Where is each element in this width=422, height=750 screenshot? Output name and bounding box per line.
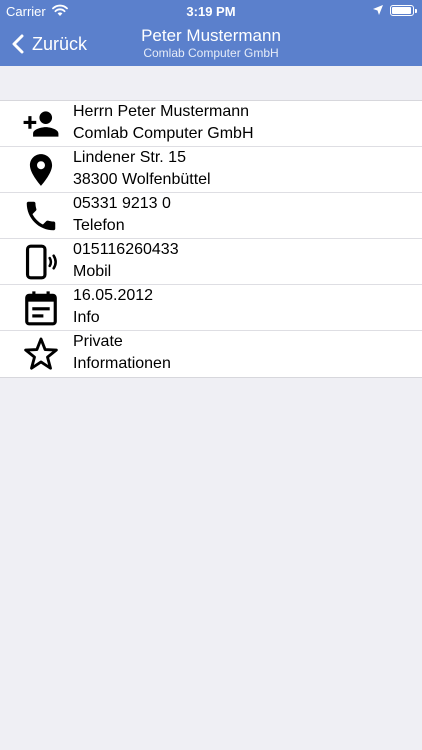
battery-fill xyxy=(392,7,411,14)
nav-title: Peter Mustermann xyxy=(141,26,281,45)
list-item-address[interactable]: Lindener Str. 15 38300 Wolfenbüttel xyxy=(0,147,422,193)
status-time: 3:19 PM xyxy=(186,4,236,19)
calendar-icon xyxy=(21,289,61,327)
list-item-phone[interactable]: 05331 9213 0 Telefon xyxy=(0,193,422,239)
contact-detail-list: Herrn Peter Mustermann Comlab Computer G… xyxy=(0,100,422,378)
row-secondary-text: 38300 Wolfenbüttel xyxy=(73,171,211,188)
phone-icon xyxy=(21,197,61,235)
list-item-mobile[interactable]: 015116260433 Mobil xyxy=(0,239,422,285)
row-secondary-text: Comlab Computer GmbH xyxy=(73,125,254,142)
status-bar: Carrier 3:19 PM xyxy=(0,0,422,22)
contact-detail-screen: Carrier 3:19 PM Zurück Peter Mustermann … xyxy=(0,0,422,750)
battery-nub xyxy=(415,9,417,13)
star-icon xyxy=(21,335,61,373)
row-primary-text: Herrn Peter Mustermann xyxy=(73,103,250,120)
add-person-icon xyxy=(21,105,61,143)
list-item-info[interactable]: 16.05.2012 Info xyxy=(0,285,422,331)
nav-subtitle: Comlab Computer GmbH xyxy=(143,46,279,60)
row-primary-text: Lindener Str. 15 xyxy=(73,149,186,166)
row-secondary-text: Telefon xyxy=(73,217,125,234)
mobile-phone-icon xyxy=(21,243,61,281)
battery-icon xyxy=(390,5,417,16)
list-item-name[interactable]: Herrn Peter Mustermann Comlab Computer G… xyxy=(0,101,422,147)
row-primary-text: Private xyxy=(73,333,123,350)
row-primary-text: 05331 9213 0 xyxy=(73,195,171,212)
row-secondary-text: Informationen xyxy=(73,355,171,372)
row-secondary-text: Info xyxy=(73,309,100,326)
list-item-private[interactable]: Private Informationen xyxy=(0,331,422,377)
row-secondary-text: Mobil xyxy=(73,263,112,280)
navigation-bar: Zurück Peter Mustermann Comlab Computer … xyxy=(0,22,422,66)
row-primary-text: 015116260433 xyxy=(73,241,179,258)
top-bar: Carrier 3:19 PM Zurück Peter Mustermann … xyxy=(0,0,422,66)
row-primary-text: 16.05.2012 xyxy=(73,287,154,304)
location-pin-icon xyxy=(21,151,61,189)
location-arrow-icon xyxy=(372,4,384,19)
